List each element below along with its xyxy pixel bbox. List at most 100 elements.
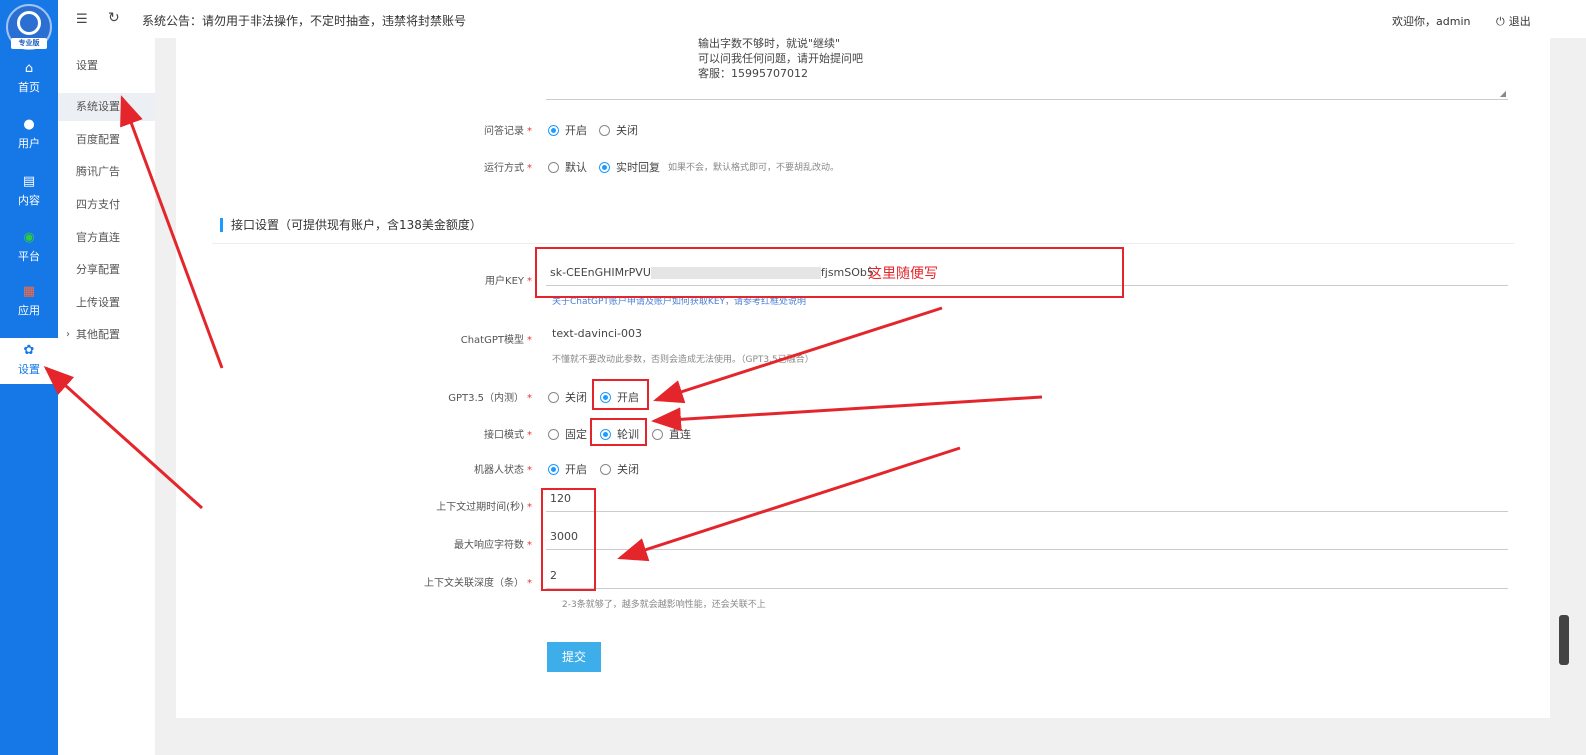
sidebar-item-label: 平台 <box>18 250 40 263</box>
document-icon: ▤ <box>22 174 36 189</box>
textarea-line: 输出字数不够时，就说"继续" <box>698 37 841 50</box>
sidebar-item-label: 内容 <box>18 194 40 207</box>
radio-label: 实时回复 <box>616 161 660 174</box>
sidebar-item-label: 首页 <box>18 81 40 94</box>
platform-icon: ◉ <box>23 230 35 245</box>
resize-handle-icon[interactable]: ◢ <box>1500 89 1506 98</box>
radio-unchecked-icon <box>600 463 611 475</box>
app-logo[interactable]: 专业版 <box>6 4 52 50</box>
section-title: 接口设置（可提供现有账户，含138美金额度） <box>220 218 482 232</box>
welcome-message-textarea[interactable]: 输出字数不够时，就说"继续" 可以问我任何问题，请开始提问吧 客服：159957… <box>546 37 1508 100</box>
required-mark: * <box>527 430 532 441</box>
run-mode-default-radio[interactable]: 默认 <box>548 159 587 175</box>
power-icon: ⏻ <box>1496 15 1505 28</box>
label-text: ChatGPT模型 <box>460 335 524 346</box>
openai-logo-icon <box>17 11 41 35</box>
subnav-item-baidu[interactable]: 百度配置 <box>58 126 155 154</box>
sidebar-item-users[interactable]: ● 用户 <box>0 118 58 172</box>
context-expire-label: 上下文过期时间(秒) * <box>372 498 532 513</box>
subnav-item-official[interactable]: 官方直连 <box>58 224 155 252</box>
radio-label: 关闭 <box>617 463 639 476</box>
qa-record-label: 问答记录 * <box>372 122 532 137</box>
gpt35-label: GPT3.5（内测） * <box>372 389 532 404</box>
model-value[interactable]: text-davinci-003 <box>552 327 642 340</box>
sidebar-item-home[interactable]: ⌂ 首页 <box>0 62 58 116</box>
radio-label: 关闭 <box>616 124 638 137</box>
label-text: 运行方式 <box>484 163 524 174</box>
settings-panel: 输出字数不够时，就说"继续" 可以问我任何问题，请开始提问吧 客服：159957… <box>176 37 1550 718</box>
api-mode-fixed-radio[interactable]: 固定 <box>548 426 587 442</box>
sidebar-item-label: 用户 <box>18 137 40 150</box>
model-hint: 不懂就不要改动此参数，否则会造成无法使用。（GPT3.5已融合） <box>552 355 814 365</box>
refresh-icon[interactable]: ↻ <box>108 10 120 26</box>
required-mark: * <box>527 393 532 404</box>
subnav-item-other[interactable]: › 其他配置 <box>58 321 155 349</box>
annotation-box-api-mode <box>590 418 647 446</box>
subnav-item-system[interactable]: 系统设置 <box>58 93 155 121</box>
qa-record-off-radio[interactable]: 关闭 <box>599 122 638 138</box>
gpt35-off-radio[interactable]: 关闭 <box>548 389 587 405</box>
label-text: 机器人状态 <box>474 465 524 476</box>
label-text: 最大响应字符数 <box>454 540 524 551</box>
sidebar-item-content[interactable]: ▤ 内容 <box>0 175 58 229</box>
settings-subnav: 设置 系统设置 百度配置 腾讯广告 四方支付 官方直连 分享配置 上传设置 › … <box>58 38 155 755</box>
sidebar-item-label: 应用 <box>18 304 40 317</box>
max-chars-input[interactable]: 3000 <box>546 524 1508 550</box>
logo-edition-tag: 专业版 <box>11 38 47 49</box>
sidebar-item-label: 设置 <box>18 363 40 376</box>
run-mode-realtime-radio[interactable]: 实时回复 <box>599 159 660 175</box>
radio-unchecked-icon <box>548 161 559 173</box>
annotation-box-user-key <box>535 247 1124 298</box>
required-mark: * <box>527 540 532 551</box>
label-text: 用户KEY <box>485 276 524 287</box>
subnav-item-upload[interactable]: 上传设置 <box>58 289 155 317</box>
textarea-line: 可以问我任何问题，请开始提问吧 <box>698 52 863 65</box>
submit-button[interactable]: 提交 <box>547 642 601 672</box>
label-text: 上下文过期时间(秒) <box>436 502 524 513</box>
context-expire-input[interactable]: 120 <box>546 486 1508 512</box>
user-icon: ● <box>23 117 35 132</box>
gear-icon: ✿ <box>23 343 35 358</box>
user-key-label: 用户KEY * <box>372 272 532 287</box>
sidebar-item-platform[interactable]: ◉ 平台 <box>0 231 58 285</box>
subnav-item-share[interactable]: 分享配置 <box>58 256 155 284</box>
radio-label: 开启 <box>565 124 587 137</box>
run-mode-label: 运行方式 * <box>372 159 532 174</box>
subnav-item-payment[interactable]: 四方支付 <box>58 191 155 219</box>
qa-record-on-radio[interactable]: 开启 <box>548 122 587 138</box>
annotation-box-parameters <box>541 488 596 591</box>
menu-toggle-icon[interactable]: ☰ <box>76 12 88 27</box>
scrollbar-thumb[interactable] <box>1559 615 1569 665</box>
run-mode-hint: 如果不会，默认格式即可，不要胡乱改动。 <box>668 163 840 173</box>
radio-label: 默认 <box>565 161 587 174</box>
textarea-line: 客服：15995707012 <box>698 67 808 80</box>
label-text: 问答记录 <box>484 126 524 137</box>
context-depth-input[interactable]: 2 <box>546 563 1508 589</box>
radio-unchecked-icon <box>599 124 610 136</box>
subnav-item-settings[interactable]: 设置 <box>58 52 155 80</box>
annotation-note: 这里随便写 <box>868 266 938 282</box>
annotation-box-gpt35 <box>592 379 649 410</box>
required-mark: * <box>527 335 532 346</box>
required-mark: * <box>527 578 532 589</box>
radio-unchecked-icon <box>652 428 663 440</box>
radio-label: 关闭 <box>565 391 587 404</box>
system-notice: 系统公告：请勿用于非法操作，不定时抽查，违禁将封禁账号 <box>142 14 467 28</box>
model-label: ChatGPT模型 * <box>372 331 532 346</box>
api-mode-label: 接口模式 * <box>372 426 532 441</box>
required-mark: * <box>527 502 532 513</box>
subnav-item-tencent-ads[interactable]: 腾讯广告 <box>58 158 155 186</box>
api-mode-direct-radio[interactable]: 直连 <box>652 426 691 442</box>
sidebar-item-settings[interactable]: ✿ 设置 <box>0 338 58 384</box>
logout-label: 退出 <box>1508 15 1531 28</box>
subnav-item-label: 其他配置 <box>76 328 120 341</box>
sidebar-item-apps[interactable]: ▦ 应用 <box>0 285 58 339</box>
bot-state-label: 机器人状态 * <box>372 461 532 476</box>
logout-button[interactable]: ⏻ 退出 <box>1496 13 1531 29</box>
section-divider <box>212 243 1514 244</box>
label-text: 上下文关联深度（条） <box>424 578 524 589</box>
apps-icon: ▦ <box>22 284 36 299</box>
bot-state-off-radio[interactable]: 关闭 <box>600 461 639 477</box>
radio-checked-icon <box>548 463 559 475</box>
bot-state-on-radio[interactable]: 开启 <box>548 461 587 477</box>
